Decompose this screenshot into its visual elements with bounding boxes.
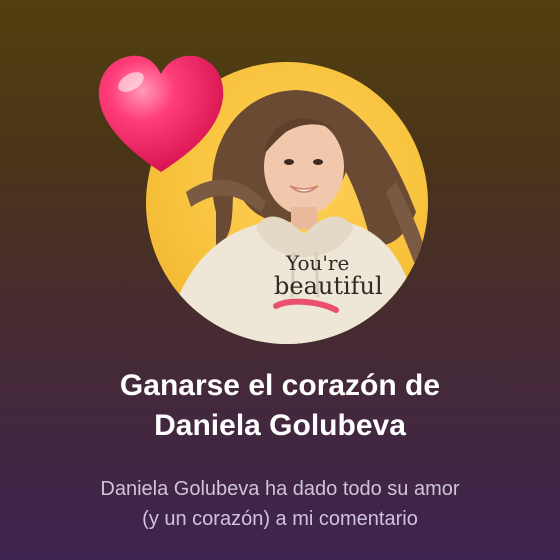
title-line-2: Daniela Golubeva xyxy=(154,409,406,442)
shirt-print-line2: beautiful xyxy=(274,272,383,300)
subtitle-line-2: (y un corazón) a mi comentario xyxy=(142,508,418,530)
title-line-1: Ganarse el corazón de xyxy=(119,369,441,402)
heart-icon xyxy=(98,55,224,172)
page-title: Ganarse el corazón de Daniela Golubeva xyxy=(0,366,560,446)
subtitle-line-1: Daniela Golubeva ha dado todo su amor xyxy=(100,478,460,500)
description: Daniela Golubeva ha dado todo su amor (y… xyxy=(0,474,560,534)
